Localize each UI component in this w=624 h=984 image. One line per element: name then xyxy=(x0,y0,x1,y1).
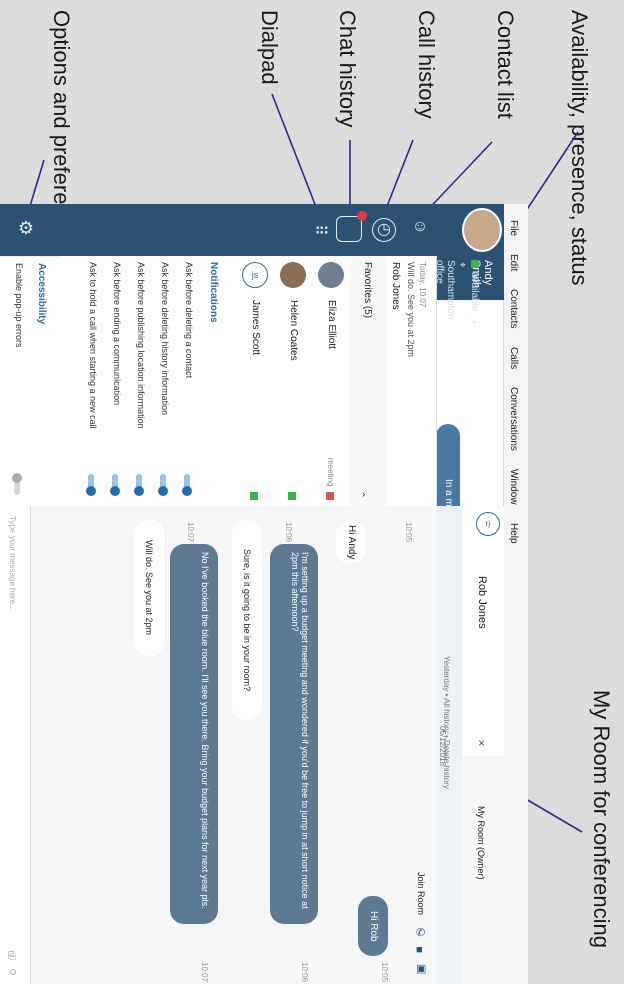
recent-conversation[interactable]: Rob Jones Will do. See you at 2pm Today,… xyxy=(386,256,436,507)
avatar[interactable] xyxy=(462,208,502,252)
chevron-right-icon[interactable]: › xyxy=(362,489,365,500)
toggle-switch[interactable] xyxy=(134,474,144,496)
accessibility-title: Accessibility xyxy=(36,263,47,325)
contact-item[interactable]: Eliza Elliott meeting xyxy=(312,256,350,507)
call-history-icon[interactable]: ◷ xyxy=(372,218,396,242)
join-room-button[interactable]: Join Room xyxy=(416,872,426,915)
favorites-header[interactable]: Favorites (5) › xyxy=(350,256,386,507)
toggle-switch[interactable] xyxy=(110,474,120,496)
message-time: 10:06 xyxy=(300,962,309,983)
toggle-switch[interactable] xyxy=(182,474,192,496)
chat-panel: Rob Jones × rj My Room (Owner) Yesterday… xyxy=(0,506,504,984)
recent-time: Today, 10:07 xyxy=(418,262,427,308)
menu-help[interactable]: Help xyxy=(508,523,519,544)
chat-date: 06/12/2018 xyxy=(438,726,447,767)
accessibility-section: Accessibility Enable pop-up errors xyxy=(0,256,60,507)
menu-conversations[interactable]: Conversations xyxy=(508,387,519,451)
toggle-switch[interactable] xyxy=(86,474,96,496)
chat-contact-avatar: rj xyxy=(476,512,500,536)
menu-edit[interactable]: Edit xyxy=(508,254,519,271)
contact-item[interactable]: Helen Coates xyxy=(274,256,312,507)
presence-indicator xyxy=(288,492,296,500)
dialpad-icon[interactable]: ⠿ xyxy=(306,218,330,242)
message-time: 10:06 xyxy=(284,522,293,543)
screenshot-stage: Availability, presence, status Contact l… xyxy=(0,0,624,984)
phone-icon[interactable]: ✆ xyxy=(416,926,425,939)
setting-label: Ask before deleting a contact xyxy=(184,262,194,379)
message-time: 10:07 xyxy=(200,962,209,983)
contact-name: Helen Coates xyxy=(288,300,299,361)
location-label[interactable]: ⌖ Southampton office xyxy=(434,260,468,320)
leader-options xyxy=(29,159,45,207)
message-time: 10:05 xyxy=(404,522,413,543)
my-room-title: My Room (Owner) xyxy=(476,806,486,880)
menu-items: File Edit Contacts Calls Conversations W… xyxy=(508,220,519,543)
setting-label: Enable pop-up errors xyxy=(14,263,24,348)
availability-dot xyxy=(470,260,479,268)
message-bubble-received: Will do. See you at 2pm xyxy=(134,520,164,656)
notifications-section: Notifications Ask before deleting a cont… xyxy=(60,256,236,506)
nav-bar: ⚙ ⠿ ◷ ☺ xyxy=(0,204,504,256)
call-toolbar: Join Room ✆ ■ ▣ xyxy=(412,866,436,984)
menu-contacts[interactable]: Contacts xyxy=(508,289,519,328)
message-bubble-sent: Hi Rob xyxy=(358,896,388,956)
recent-name: Rob Jones xyxy=(390,262,401,310)
unread-badge xyxy=(357,211,367,221)
close-icon[interactable]: × xyxy=(478,736,485,750)
recent-preview: Will do. See you at 2pm xyxy=(406,262,416,358)
contact-name: James Scott xyxy=(250,300,261,356)
history-links[interactable]: Yesterday • All history • Delete history xyxy=(442,656,451,789)
contact-name: Eliza Elliott xyxy=(326,300,337,349)
toggle-switch[interactable] xyxy=(158,474,168,496)
availability-selector[interactable]: available ⌄ xyxy=(469,260,480,326)
attach-icon[interactable]: ⎘ xyxy=(8,951,16,962)
notifications-title: Notifications xyxy=(208,262,219,323)
message-bubble-received: Hi Andy xyxy=(336,520,366,564)
message-bubble-received: Sure, is it going to be in your room? xyxy=(232,520,262,720)
screen-share-icon[interactable]: ▣ xyxy=(416,962,426,975)
emoji-icon[interactable]: ☺ xyxy=(8,967,18,978)
gear-icon[interactable]: ⚙ xyxy=(14,218,38,242)
message-time: 10:07 xyxy=(186,522,195,543)
setting-label: Ask before deleting history information xyxy=(160,262,170,416)
chat-tab-title: Rob Jones xyxy=(476,576,488,629)
contact-list-icon[interactable]: ☺ xyxy=(408,218,432,242)
leader-call-history xyxy=(383,139,414,215)
contact-avatar: js xyxy=(242,262,268,288)
toggle-switch[interactable] xyxy=(12,473,22,495)
presence-indicator xyxy=(326,492,334,500)
contact-avatar xyxy=(318,262,344,288)
presence-indicator xyxy=(250,492,258,500)
contact-avatar xyxy=(280,262,306,288)
message-input[interactable]: Type your message here... xyxy=(8,516,17,611)
app-window: File Edit Contacts Calls Conversations W… xyxy=(0,204,528,984)
message-bubble-sent: No I've booked the blue room. I'll see y… xyxy=(170,544,218,924)
menu-bar: File Edit Contacts Calls Conversations W… xyxy=(503,204,528,984)
chat-tab[interactable]: Rob Jones × rj xyxy=(461,506,504,756)
menu-file[interactable]: File xyxy=(508,220,519,236)
favorites-title: Favorites (5) xyxy=(362,262,373,319)
setting-label: Ask to hold a call when starting a new c… xyxy=(88,262,98,429)
chevron-down-icon: ⌄ xyxy=(469,315,480,327)
setting-label: Ask before publishing location informati… xyxy=(136,262,146,429)
contact-status: meeting xyxy=(326,457,335,486)
chat-history-icon[interactable] xyxy=(336,211,367,242)
leader-dialpad xyxy=(271,93,319,213)
my-room-tab[interactable]: My Room (Owner) xyxy=(461,756,504,984)
availability-label: available xyxy=(469,272,480,312)
location-pin-icon: ⌖ xyxy=(457,260,468,270)
menu-window[interactable]: Window xyxy=(508,469,519,505)
contact-item[interactable]: js James Scott xyxy=(236,256,274,507)
setting-label: Ask before ending a communication xyxy=(112,262,122,406)
menu-calls[interactable]: Calls xyxy=(508,347,519,369)
message-input-area[interactable]: Type your message here... ⎘ ☺ xyxy=(0,506,31,984)
message-time: 10:05 xyxy=(380,962,389,983)
message-bubble-sent: I'm setting up a budget meeting and wond… xyxy=(270,544,318,924)
video-icon[interactable]: ■ xyxy=(416,944,423,956)
